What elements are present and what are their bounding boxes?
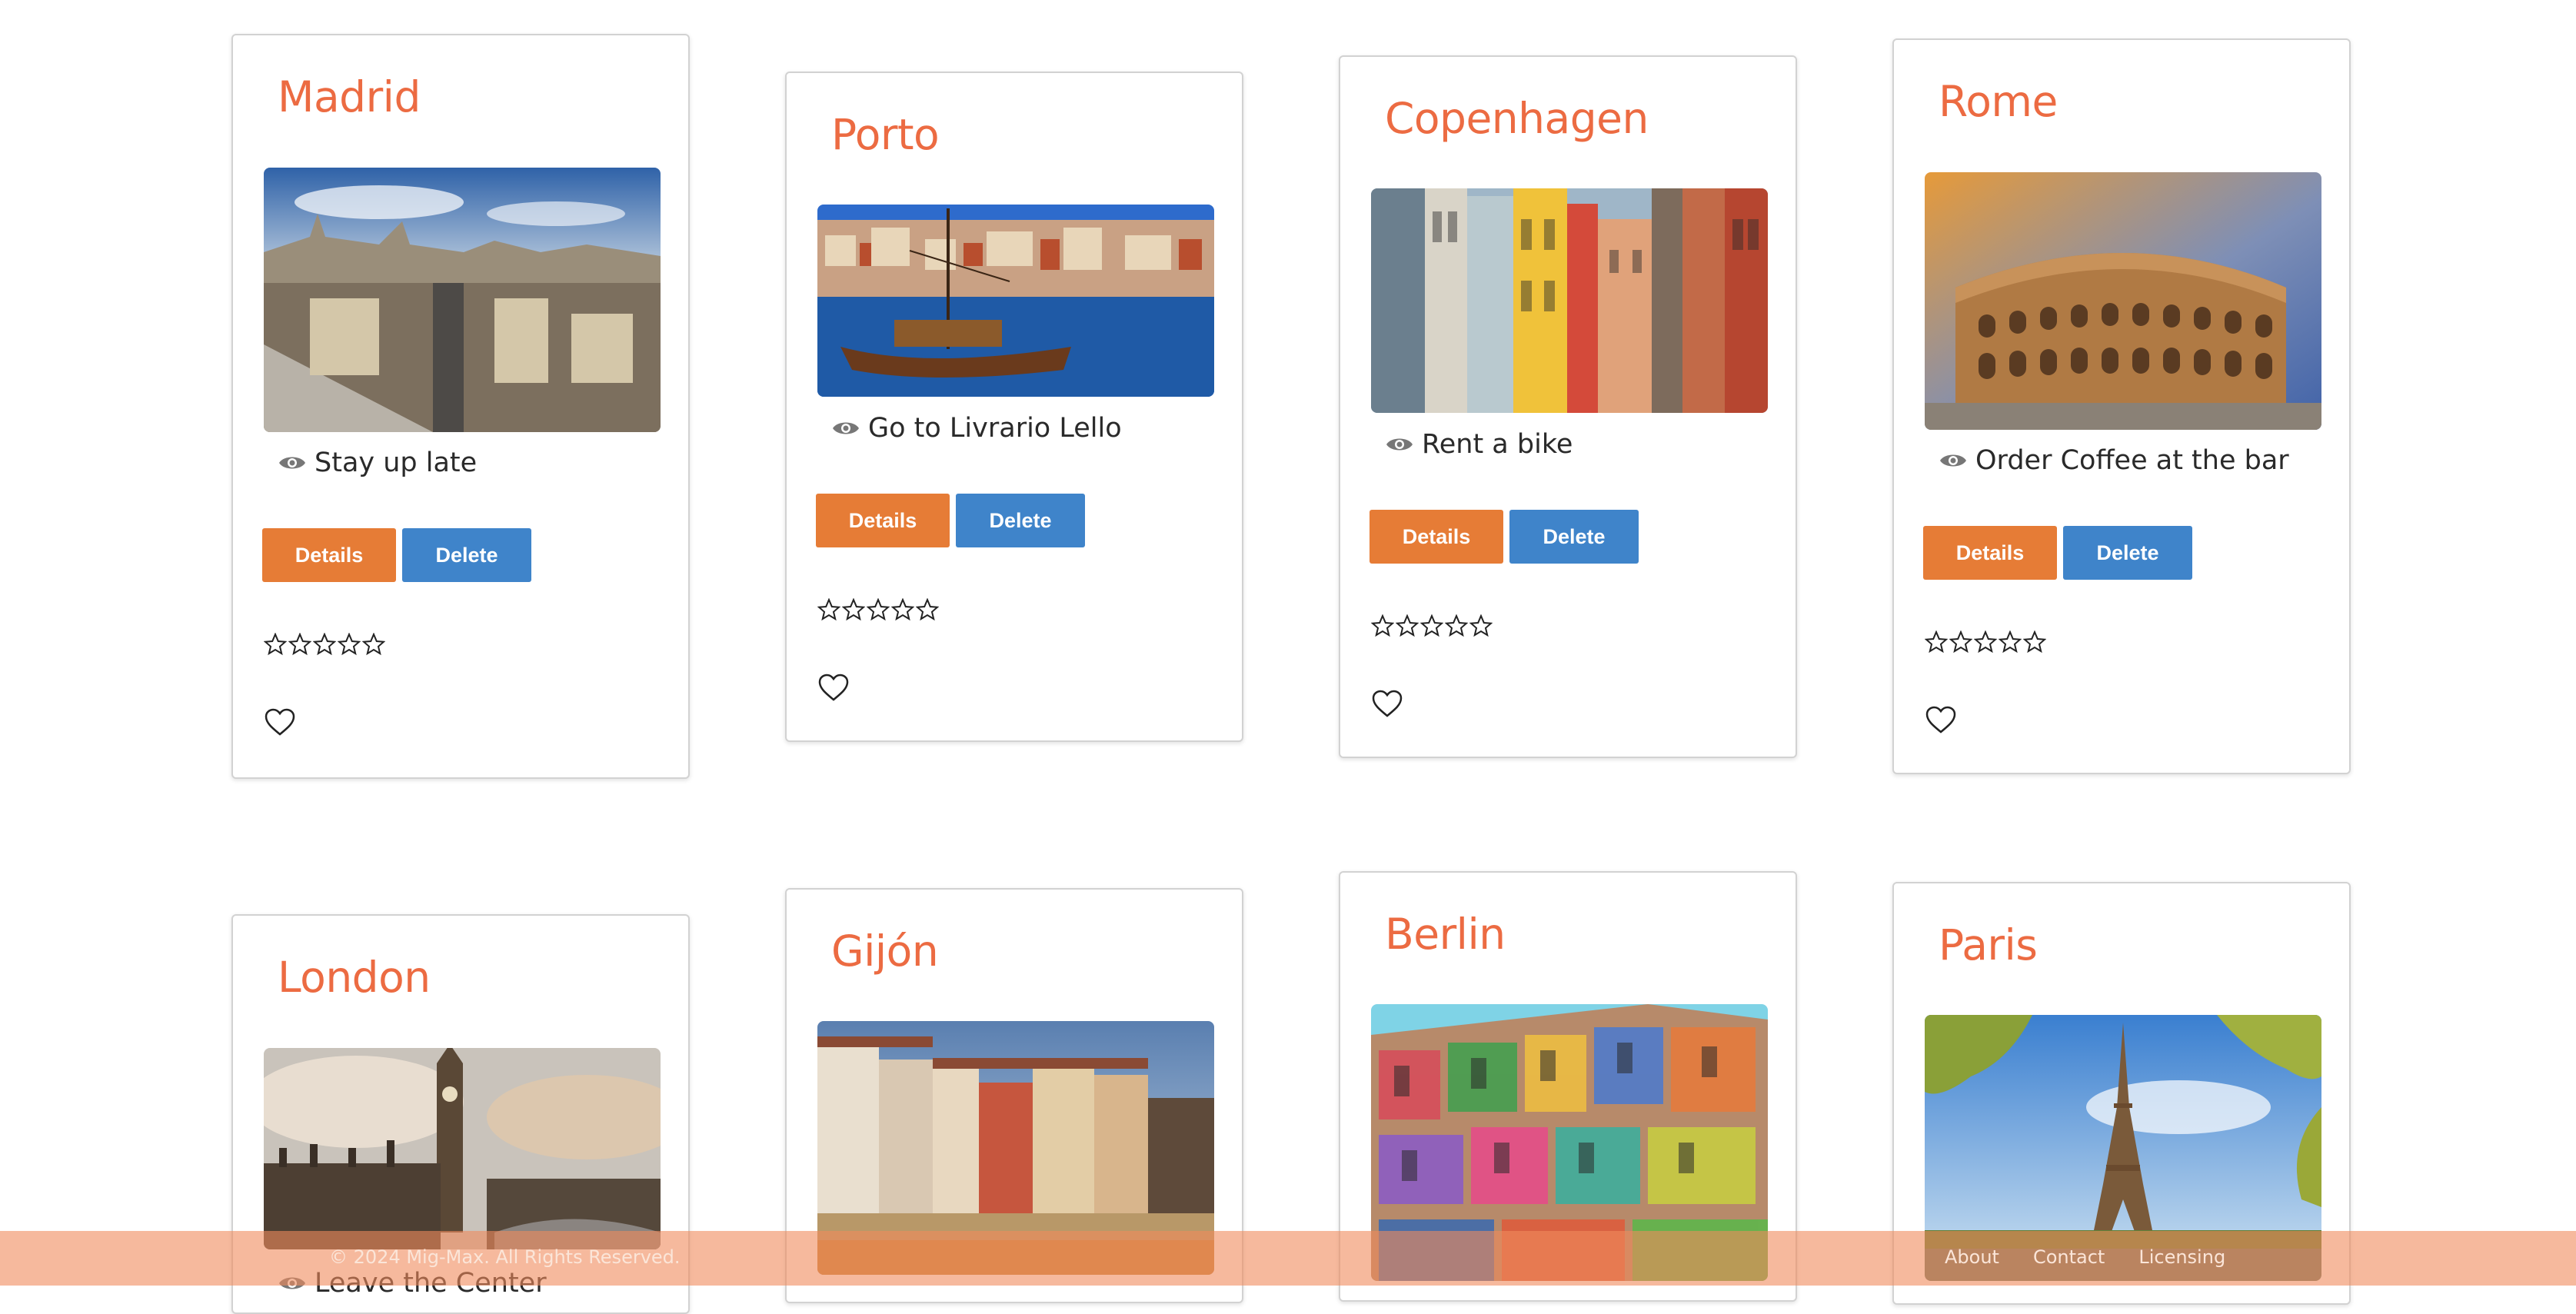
star-icon[interactable] bbox=[362, 633, 385, 656]
star-rating[interactable] bbox=[817, 598, 939, 621]
star-icon[interactable] bbox=[1420, 614, 1443, 637]
star-icon[interactable] bbox=[1371, 614, 1394, 637]
footer-link-about[interactable]: About bbox=[1945, 1246, 1999, 1268]
delete-button[interactable]: Delete bbox=[956, 494, 1085, 547]
card-title: London bbox=[278, 953, 431, 1002]
card-actions: Details Delete bbox=[1370, 510, 1639, 564]
activity-row: Rent a bike bbox=[1385, 429, 1573, 460]
destination-image bbox=[264, 1048, 661, 1249]
star-icon[interactable] bbox=[1445, 614, 1468, 637]
star-icon[interactable] bbox=[288, 633, 311, 656]
site-footer: © 2024 Mig-Max. All Rights Reserved. Abo… bbox=[0, 1231, 2576, 1286]
footer-link-contact[interactable]: Contact bbox=[2033, 1246, 2105, 1268]
card-title: Porto bbox=[831, 110, 940, 159]
star-rating[interactable] bbox=[1371, 614, 1493, 637]
card-title: Paris bbox=[1939, 920, 2038, 970]
copyright-text: © 2024 Mig-Max. All Rights Reserved. bbox=[329, 1246, 681, 1268]
eye-icon[interactable] bbox=[278, 453, 307, 473]
card-title: Berlin bbox=[1385, 910, 1506, 959]
star-icon[interactable] bbox=[842, 598, 865, 621]
star-icon[interactable] bbox=[2023, 630, 2046, 654]
heart-icon[interactable] bbox=[1925, 705, 1957, 734]
delete-button[interactable]: Delete bbox=[402, 528, 531, 582]
card-title: Copenhagen bbox=[1385, 94, 1649, 143]
heart-icon[interactable] bbox=[817, 673, 850, 702]
star-icon[interactable] bbox=[264, 633, 287, 656]
star-icon[interactable] bbox=[1974, 630, 1997, 654]
card-actions: Details Delete bbox=[1923, 526, 2192, 580]
activity-text: Rent a bike bbox=[1422, 429, 1573, 460]
star-icon[interactable] bbox=[1925, 630, 1948, 654]
card-title: Rome bbox=[1939, 77, 2058, 126]
activity-text: Go to Livrario Lello bbox=[868, 413, 1122, 444]
star-icon[interactable] bbox=[867, 598, 890, 621]
activity-text: Stay up late bbox=[315, 447, 478, 478]
star-icon[interactable] bbox=[313, 633, 336, 656]
heart-icon[interactable] bbox=[1371, 689, 1403, 718]
card-actions: Details Delete bbox=[816, 494, 1085, 547]
footer-nav: About Contact Licensing bbox=[1945, 1246, 2225, 1268]
star-icon[interactable] bbox=[1469, 614, 1493, 637]
star-rating[interactable] bbox=[1925, 630, 2046, 654]
details-button[interactable]: Details bbox=[1923, 526, 2057, 580]
activity-row: Stay up late bbox=[278, 447, 477, 478]
heart-icon[interactable] bbox=[264, 707, 296, 737]
destination-image bbox=[264, 168, 661, 432]
star-icon[interactable] bbox=[1396, 614, 1419, 637]
destination-card-madrid: Madrid Stay up late Details Delete bbox=[231, 34, 690, 779]
details-button[interactable]: Details bbox=[1370, 510, 1503, 564]
eye-icon[interactable] bbox=[1385, 434, 1414, 454]
star-icon[interactable] bbox=[1949, 630, 1972, 654]
activity-row: Order Coffee at the bar bbox=[1939, 445, 2289, 476]
destination-card-copenhagen: Copenhagen Rent a bike Details Delete bbox=[1339, 55, 1797, 758]
delete-button[interactable]: Delete bbox=[2063, 526, 2192, 580]
delete-button[interactable]: Delete bbox=[1509, 510, 1639, 564]
star-icon[interactable] bbox=[817, 598, 840, 621]
card-title: Madrid bbox=[278, 72, 421, 121]
card-title: Gijón bbox=[831, 926, 939, 976]
eye-icon[interactable] bbox=[1939, 451, 1968, 471]
details-button[interactable]: Details bbox=[816, 494, 950, 547]
destination-image bbox=[1371, 188, 1768, 413]
activity-row: Go to Livrario Lello bbox=[831, 413, 1122, 444]
activity-text: Order Coffee at the bar bbox=[1975, 445, 2289, 476]
star-icon[interactable] bbox=[338, 633, 361, 656]
star-icon[interactable] bbox=[916, 598, 939, 621]
destination-image bbox=[1925, 172, 2321, 430]
destination-image bbox=[817, 205, 1214, 397]
destination-card-porto: Porto Go to Livrario Lello Details Delet… bbox=[785, 72, 1243, 742]
card-actions: Details Delete bbox=[262, 528, 531, 582]
footer-link-licensing[interactable]: Licensing bbox=[2138, 1246, 2225, 1268]
destination-card-rome: Rome Order Coffee at the bar Details Del… bbox=[1892, 38, 2351, 774]
star-icon[interactable] bbox=[1999, 630, 2022, 654]
star-rating[interactable] bbox=[264, 633, 385, 656]
star-icon[interactable] bbox=[891, 598, 914, 621]
details-button[interactable]: Details bbox=[262, 528, 396, 582]
eye-icon[interactable] bbox=[831, 418, 860, 438]
